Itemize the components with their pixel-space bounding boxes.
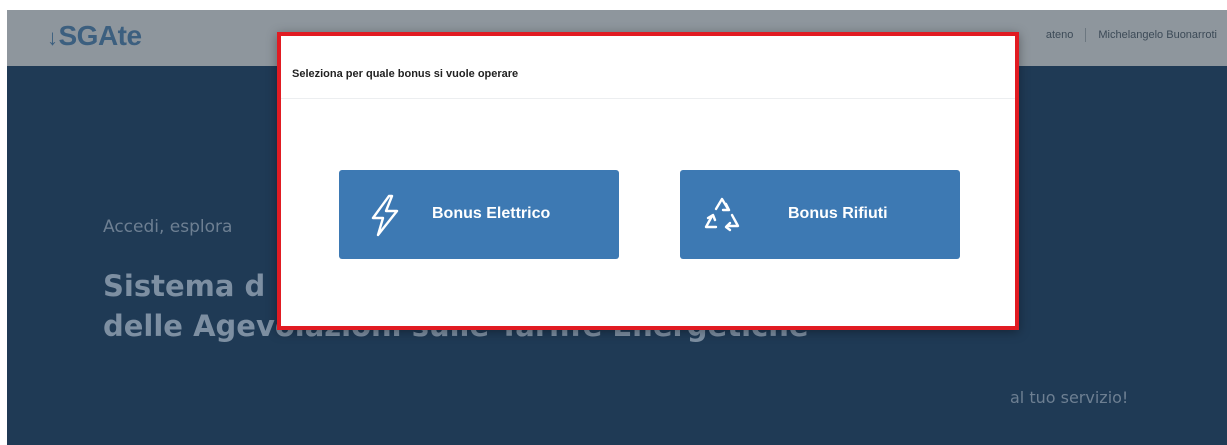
- modal-title: Seleziona per quale bonus si vuole opera…: [292, 68, 519, 80]
- bonus-elettrico-button[interactable]: Bonus Elettrico: [339, 170, 619, 259]
- bonus-rifiuti-label: Bonus Rifiuti: [788, 205, 888, 222]
- bonus-selection-modal: Seleziona per quale bonus si vuole opera…: [277, 32, 1019, 330]
- nav-item[interactable]: ateno: [1046, 29, 1074, 41]
- bonus-elettrico-label: Bonus Elettrico: [432, 205, 551, 222]
- modal-header: Seleziona per quale bonus si vuole opera…: [281, 36, 1015, 99]
- lightning-icon: [371, 194, 399, 237]
- recycle-icon: [704, 197, 740, 232]
- sgate-logo[interactable]: ↓SGAte: [47, 20, 142, 52]
- user-menu: ateno Michelangelo Buonarroti: [1046, 28, 1217, 42]
- hero-tagline: al tuo servizio!: [1010, 388, 1129, 407]
- hero-subtitle: Accedi, esplora: [103, 217, 233, 237]
- bonus-rifiuti-button[interactable]: Bonus Rifiuti: [680, 170, 960, 259]
- logo-text: SGAte: [58, 20, 143, 51]
- user-name[interactable]: Michelangelo Buonarroti: [1098, 29, 1217, 41]
- logo-arrow-icon: ↓: [47, 25, 58, 50]
- screen: ↓SGAte ateno Michelangelo Buonarroti Acce…: [7, 10, 1227, 445]
- nav-separator: [1085, 28, 1087, 42]
